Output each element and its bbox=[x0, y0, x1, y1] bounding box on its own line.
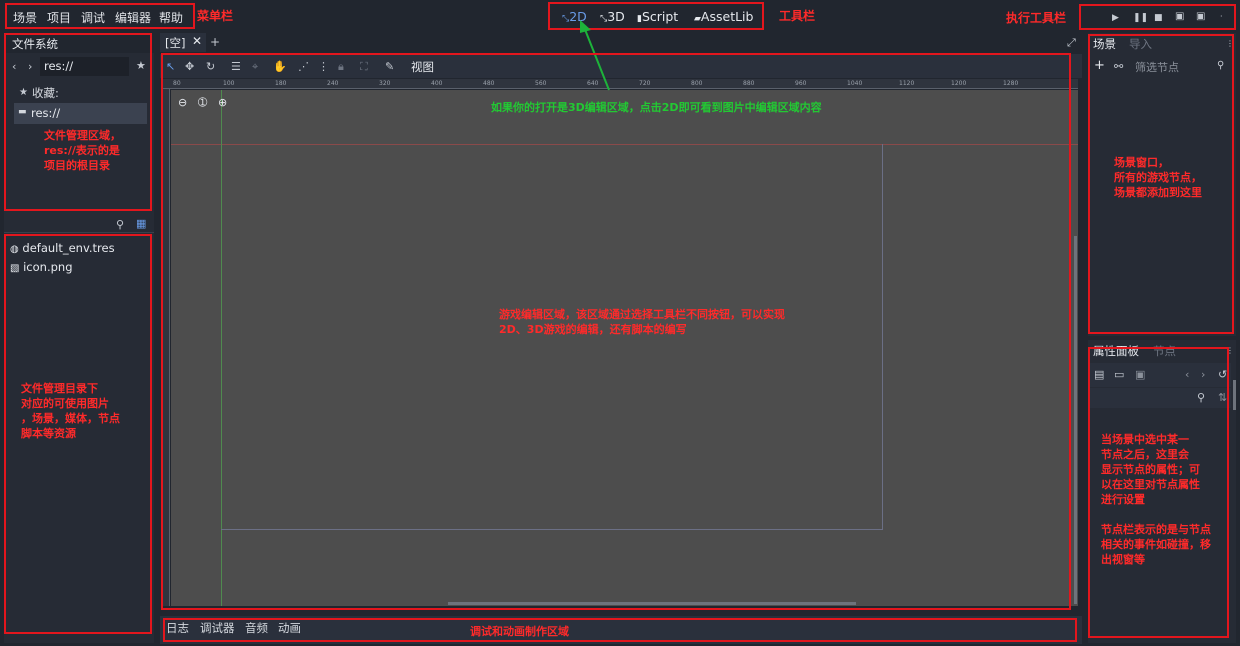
stop-icon[interactable]: ■ bbox=[1154, 12, 1163, 24]
fs-list-annotation: 文件管理目录下 对应的可使用图片 ，场景，媒体，节点 脚本等资源 bbox=[21, 382, 120, 440]
add-tab-icon[interactable]: + bbox=[210, 36, 220, 48]
fs-annotation-box bbox=[4, 33, 152, 211]
fs-annotation: 文件管理区域， res://表示的是 项目的根目录 bbox=[44, 129, 121, 172]
play-icon[interactable]: ▶ bbox=[1112, 12, 1119, 24]
toolbar-annotation: 工具栏 bbox=[779, 9, 816, 23]
close-icon[interactable]: ✕ bbox=[192, 34, 202, 48]
mode-assetlib-button[interactable]: ▰AssetLib bbox=[694, 9, 753, 24]
pause-icon[interactable]: ❚❚ bbox=[1133, 12, 1148, 24]
menubar-annotation-box bbox=[5, 3, 195, 29]
bottom-annotation: 调试和动画制作区域 bbox=[470, 625, 569, 638]
play-scene-icon[interactable]: ▣ bbox=[1175, 11, 1184, 23]
split-line bbox=[4, 232, 154, 233]
search-icon[interactable]: ⚲ bbox=[116, 219, 124, 231]
mode-script-button[interactable]: ▮Script bbox=[637, 9, 678, 24]
scene-annotation: 场景窗口， 所有的游戏节点， 场景都添加到这里 bbox=[1114, 156, 1202, 199]
menubar-annotation: 菜单栏 bbox=[197, 9, 234, 23]
bottom-annotation-box bbox=[163, 618, 1077, 642]
viewport-scrollbar-v[interactable] bbox=[1074, 236, 1077, 604]
assetlib-icon: ▰ bbox=[694, 14, 701, 24]
more-icon[interactable]: · bbox=[1220, 11, 1223, 23]
view-mode-icon[interactable]: ▦ bbox=[136, 218, 146, 230]
fullscreen-icon[interactable]: ⤢ bbox=[1067, 37, 1076, 49]
play-custom-scene-icon[interactable]: ▣ bbox=[1196, 11, 1205, 23]
inspector-scrollbar[interactable] bbox=[1233, 380, 1236, 410]
inspector-annotation: 当场景中选中某一 节点之后，这里会 显示节点的属性；可 以在这里对节点属性 进行… bbox=[1101, 433, 1211, 566]
editor-annotation: 游戏编辑区域，该区域通过选择工具栏不同按钮，可以实现 2D、3D游戏的编辑，还有… bbox=[499, 308, 785, 336]
editor-tab[interactable]: [空] ✕ bbox=[160, 33, 206, 52]
run-toolbar-annotation: 执行工具栏 bbox=[1006, 11, 1067, 25]
